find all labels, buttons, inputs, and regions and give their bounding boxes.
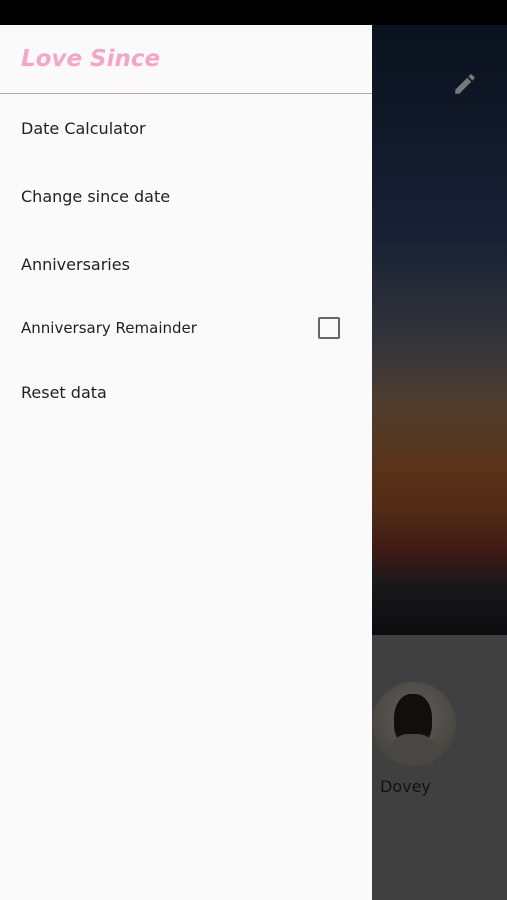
menu-item-label: Anniversary Remainder xyxy=(21,319,197,337)
menu-item-label: Anniversaries xyxy=(21,254,130,274)
menu-item-change-since-date[interactable]: Change since date xyxy=(0,162,372,230)
menu-item-anniversaries[interactable]: Anniversaries xyxy=(0,230,372,298)
checkbox-unchecked-icon[interactable] xyxy=(318,317,340,339)
menu-item-reset-data[interactable]: Reset data xyxy=(0,358,372,426)
menu-item-label: Reset data xyxy=(21,382,107,402)
menu-item-label: Date Calculator xyxy=(21,118,146,138)
app-title: Love Since xyxy=(21,46,161,72)
menu-item-date-calculator[interactable]: Date Calculator xyxy=(0,94,372,162)
menu-item-anniversary-remainder[interactable]: Anniversary Remainder xyxy=(0,298,372,358)
status-bar xyxy=(0,0,507,25)
drawer-header: Love Since xyxy=(0,25,372,94)
navigation-drawer: Love Since Date Calculator Change since … xyxy=(0,25,372,900)
screen: Dovey Love Since Date Calculator Change … xyxy=(0,0,507,900)
menu-item-label: Change since date xyxy=(21,186,171,206)
